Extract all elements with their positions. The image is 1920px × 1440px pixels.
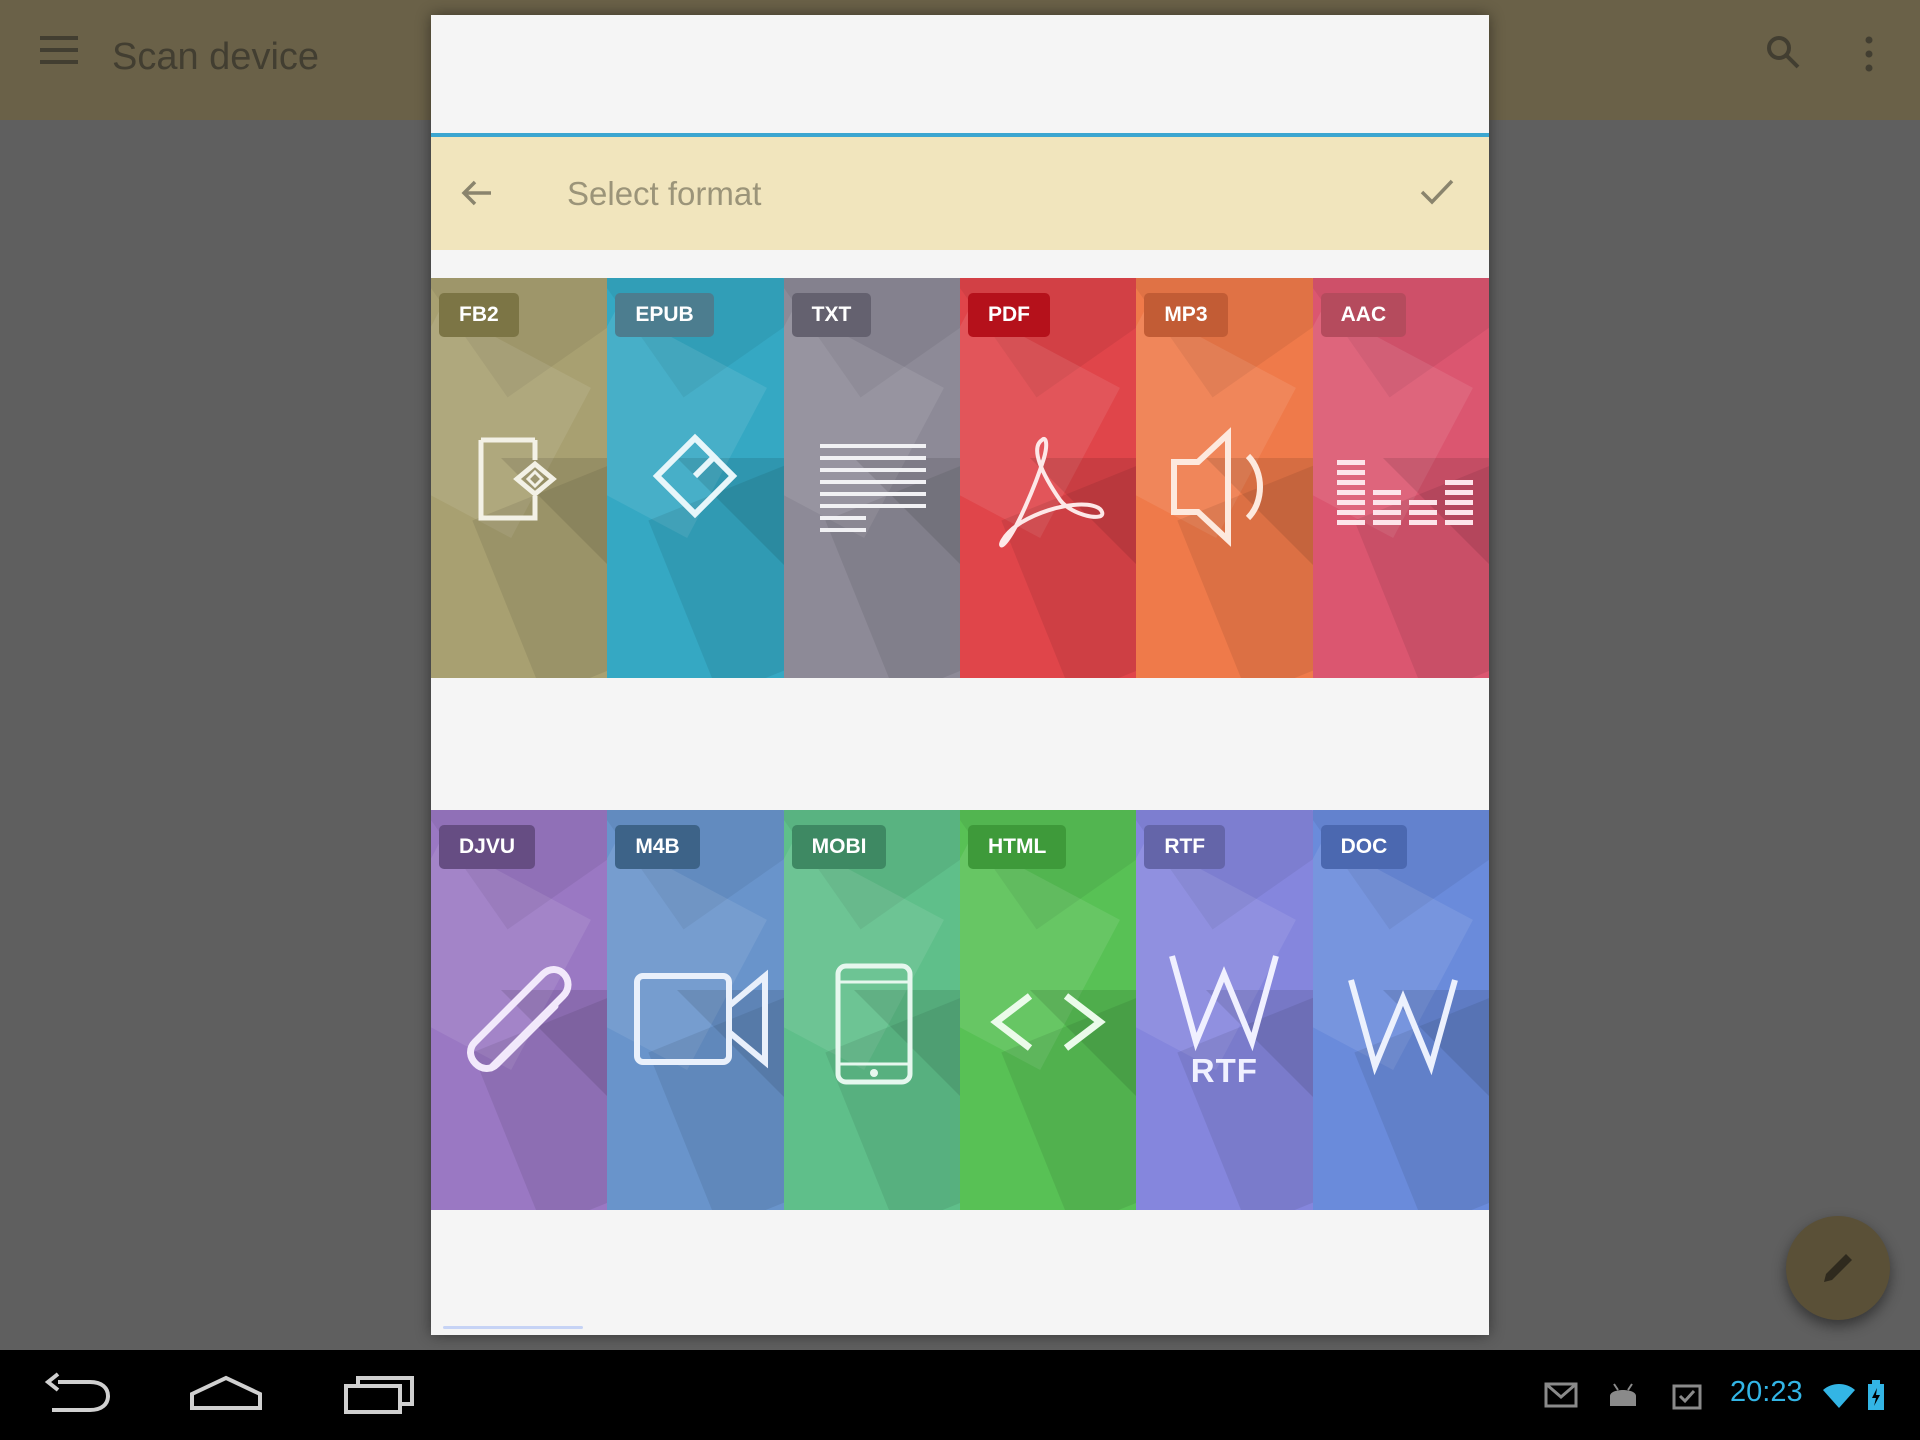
video-camera-icon [634,969,769,1069]
equalizer-icon [1336,460,1473,525]
word-w-icon [1347,979,1458,1076]
battery-icon [1868,1380,1884,1410]
phone-icon [835,963,913,1085]
select-format-dialog: Select format FB2 EPUB TXT PDF MP3 AAC D… [431,15,1489,1335]
format-tile-mp3[interactable]: MP3 [1136,278,1313,678]
rtf-sublabel: RTF [1190,1052,1258,1089]
fb2-book-icon [478,437,557,521]
format-tile-html[interactable]: HTML [959,810,1137,1210]
format-tile-fb2[interactable]: FB2 [431,278,608,678]
search-icon[interactable] [1765,34,1801,70]
word-rtf-icon [1169,955,1280,1052]
arrow-left-icon[interactable] [457,173,497,213]
format-tile-aac[interactable]: AAC [1312,278,1489,678]
menu-icon[interactable] [40,36,78,68]
format-tile-pdf[interactable]: PDF [959,278,1137,678]
code-brackets-icon [990,993,1106,1051]
recents-icon[interactable] [340,1368,420,1420]
android-icon [1610,1383,1636,1406]
format-tile-mobi[interactable]: MOBI [783,810,960,1210]
back-icon[interactable] [38,1368,118,1420]
dialog-title: Select format [567,175,762,212]
speaker-icon [1171,427,1264,547]
format-tile-rtf[interactable]: RTF RTF [1136,810,1313,1210]
more-vert-icon[interactable] [1862,34,1876,74]
format-tile-djvu[interactable]: DJVU [431,810,608,1210]
gmail-icon [1544,1382,1578,1408]
paperclip-icon [467,966,572,1072]
format-row-2: DJVU M4B MOBI HTML RTF RTF DOC [431,810,1489,1210]
status-time: 20:23 [1730,1376,1803,1408]
check-icon[interactable] [1417,171,1457,211]
dialog-header: Select format [431,137,1489,250]
wifi-icon [1823,1384,1855,1408]
pencil-icon [1824,1254,1852,1282]
epub-diamond-icon [653,433,738,519]
acrobat-icon [999,437,1104,548]
home-icon[interactable] [186,1368,266,1420]
system-nav-bar: 20:23 [0,1350,1920,1440]
edit-fab-button[interactable] [1786,1216,1890,1320]
format-tile-m4b[interactable]: M4B [607,810,784,1210]
clipboard-check-icon [1672,1384,1702,1410]
text-lines-icon [819,444,926,532]
format-tile-doc[interactable]: DOC [1312,810,1489,1210]
format-row-1: FB2 EPUB TXT PDF MP3 AAC [431,278,1489,678]
scroll-indicator [443,1326,583,1329]
format-tile-epub[interactable]: EPUB [607,278,784,678]
app-title: Scan device [112,36,320,78]
format-tile-txt[interactable]: TXT [783,278,960,678]
